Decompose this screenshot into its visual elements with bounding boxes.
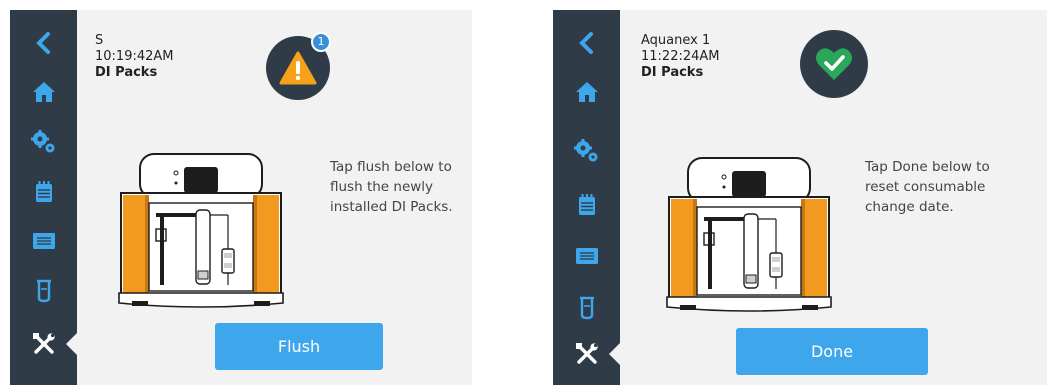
instruction-text: Tap flush below to flush the newly insta… [330, 157, 480, 217]
status-indicator[interactable] [800, 30, 868, 98]
device-info: S 10:19:42AM DI Packs [95, 33, 174, 81]
machine-illustration [118, 153, 284, 317]
consumables-button[interactable] [553, 288, 620, 328]
active-indicator [609, 342, 621, 366]
instruction-line: Tap flush below to [330, 159, 452, 175]
done-button[interactable]: Done [736, 328, 928, 375]
calendar-icon [578, 194, 595, 215]
machine-illustration [666, 157, 832, 321]
settings-gears-icon [573, 139, 597, 162]
home-icon [575, 82, 598, 102]
device-name: S [95, 33, 104, 48]
consumables-button[interactable] [10, 271, 77, 311]
section-title: DI Packs [641, 65, 704, 80]
beaker-icon [36, 279, 51, 303]
device-info: Aquanex 1 11:22:24AM DI Packs [641, 33, 720, 81]
active-indicator [66, 332, 78, 356]
section-title: DI Packs [95, 65, 158, 80]
clock-time: 10:19:42AM [95, 49, 174, 64]
instruction-line: reset consumable [865, 179, 986, 195]
settings-gears-icon [30, 130, 54, 153]
home-button[interactable] [553, 72, 620, 112]
home-icon [32, 82, 55, 102]
tools-icon [575, 343, 598, 364]
flush-button[interactable]: Flush [215, 323, 383, 370]
clock-time: 11:22:24AM [641, 49, 720, 64]
screen-panel-left: S 10:19:42AM DI Packs 1 Tap flush below … [10, 10, 472, 385]
instruction-line: flush the newly [330, 179, 434, 195]
settings-button[interactable] [10, 122, 77, 162]
sidebar [10, 10, 78, 385]
settings-button[interactable] [553, 131, 620, 171]
instruction-line: Tap Done below to [865, 159, 990, 175]
display-button[interactable] [10, 221, 77, 261]
instruction-text: Tap Done below to reset consumable chang… [865, 157, 1015, 217]
device-name: Aquanex 1 [641, 33, 711, 48]
display-panel-icon [32, 233, 55, 249]
home-button[interactable] [10, 72, 77, 112]
back-icon [578, 32, 593, 54]
calendar-button[interactable] [10, 172, 77, 212]
back-button[interactable] [10, 23, 77, 63]
tools-icon [32, 333, 55, 354]
beaker-icon [579, 296, 594, 320]
heart-check-icon [816, 48, 852, 80]
back-icon [35, 32, 50, 54]
display-panel-icon [575, 248, 598, 264]
sidebar [553, 10, 621, 385]
warning-icon [279, 51, 317, 85]
instruction-line: installed DI Packs. [330, 199, 453, 215]
display-button[interactable] [553, 236, 620, 276]
calendar-icon [35, 181, 52, 202]
notification-badge: 1 [311, 32, 331, 52]
back-button[interactable] [553, 23, 620, 63]
calendar-button[interactable] [553, 185, 620, 225]
instruction-line: change date. [865, 199, 954, 215]
screen-panel-right: Aquanex 1 11:22:24AM DI Packs Tap Done b… [553, 10, 1047, 385]
